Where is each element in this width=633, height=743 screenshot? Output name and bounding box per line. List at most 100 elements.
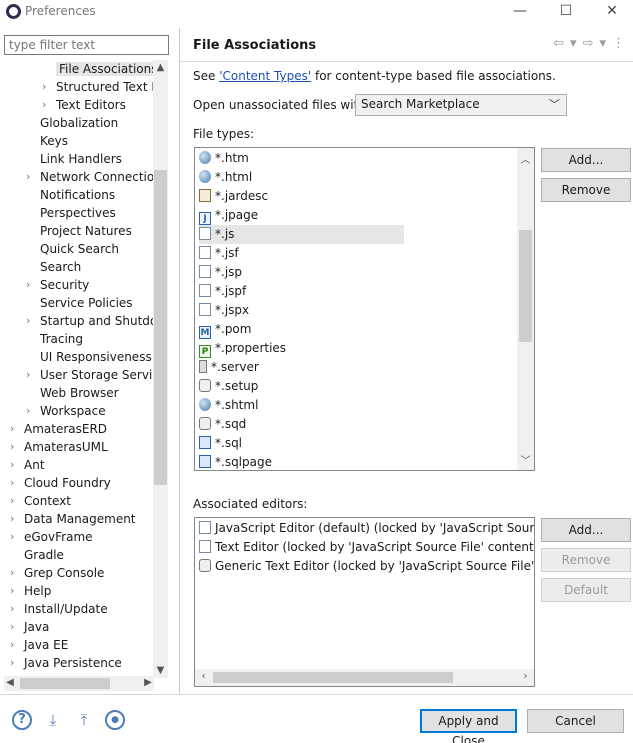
- maximize-button[interactable]: ☐: [543, 0, 589, 24]
- tree-item[interactable]: › Install/Update: [10, 600, 108, 618]
- tree-item[interactable]: File Associations: [56, 60, 153, 78]
- file-type-row[interactable]: *.server: [199, 358, 259, 377]
- chevron-right-icon[interactable]: ›: [26, 168, 36, 186]
- editor-add-button[interactable]: Add...: [541, 518, 631, 542]
- editors-horizontal-scrollbar[interactable]: ‹ ›: [195, 669, 534, 686]
- scroll-thumb[interactable]: [20, 678, 110, 689]
- chevron-right-icon[interactable]: ›: [10, 582, 20, 600]
- more-menu-icon[interactable]: ⋮: [612, 36, 625, 51]
- tree-vertical-scrollbar[interactable]: ▲ ▼: [153, 60, 168, 678]
- close-button[interactable]: ✕: [589, 0, 633, 24]
- file-type-row[interactable]: *.js: [199, 225, 404, 244]
- tree-item[interactable]: › Grep Console: [10, 564, 104, 582]
- minimize-button[interactable]: —: [497, 0, 543, 24]
- tree-item[interactable]: › AmaterasUML: [10, 438, 108, 456]
- file-type-row[interactable]: J *.jpage: [199, 206, 258, 225]
- file-type-row[interactable]: *.jsf: [199, 244, 239, 263]
- tree-horizontal-scrollbar[interactable]: ◀ ▶: [4, 676, 154, 691]
- tree-item[interactable]: › Startup and Shutdow: [26, 312, 153, 330]
- tree-item[interactable]: Notifications: [40, 186, 115, 204]
- file-types-scrollbar[interactable]: ︿ ﹀: [517, 148, 534, 470]
- apply-and-close-button[interactable]: Apply and Close: [420, 709, 517, 743]
- file-types-list[interactable]: ︿ ﹀ *.htm *.html *.jardesc J *.jpage *.js *.js…: [194, 147, 535, 471]
- file-type-row[interactable]: *.html: [199, 168, 252, 187]
- chevron-right-icon[interactable]: ›: [26, 312, 36, 330]
- editor-row[interactable]: JavaScript Editor (default) (locked by '…: [199, 519, 534, 538]
- scroll-thumb[interactable]: [519, 230, 532, 342]
- chevron-right-icon[interactable]: ›: [10, 528, 20, 546]
- file-type-row[interactable]: *.shtml: [199, 396, 258, 415]
- chevron-right-icon[interactable]: ›: [10, 636, 20, 654]
- content-types-link[interactable]: 'Content Types': [219, 69, 311, 83]
- chevron-right-icon[interactable]: ›: [42, 96, 52, 114]
- tree-item[interactable]: Search: [40, 258, 81, 276]
- chevron-right-icon[interactable]: ›: [42, 78, 52, 96]
- tree-item[interactable]: › Security: [26, 276, 89, 294]
- associated-editors-list[interactable]: ‹ › JavaScript Editor (default) (locked …: [194, 517, 535, 687]
- file-type-remove-button[interactable]: Remove: [541, 178, 631, 202]
- tree-item[interactable]: Perspectives: [40, 204, 116, 222]
- tree-item[interactable]: › Structured Text Ec: [42, 78, 153, 96]
- scroll-down-icon[interactable]: ﹀: [518, 452, 533, 467]
- file-type-row[interactable]: *.jsp: [199, 263, 242, 282]
- chevron-right-icon[interactable]: ›: [10, 438, 20, 456]
- chevron-right-icon[interactable]: ›: [10, 456, 20, 474]
- record-icon[interactable]: ●: [105, 710, 125, 730]
- chevron-right-icon[interactable]: ›: [10, 654, 20, 672]
- scroll-up-icon[interactable]: ▲: [153, 62, 168, 73]
- import-icon[interactable]: ⤓: [43, 710, 63, 730]
- chevron-right-icon[interactable]: ›: [26, 402, 36, 420]
- chevron-right-icon[interactable]: ›: [26, 366, 36, 384]
- tree-item[interactable]: › Ant: [10, 456, 45, 474]
- tree-item[interactable]: › Network Connection: [26, 168, 153, 186]
- tree-item[interactable]: › Java EE: [10, 636, 68, 654]
- scroll-down-icon[interactable]: ▼: [153, 665, 168, 676]
- tree-item[interactable]: › Text Editors: [42, 96, 126, 114]
- back-icon[interactable]: ⇦: [553, 36, 564, 51]
- tree-item[interactable]: Keys: [40, 132, 68, 150]
- scroll-right-icon[interactable]: ▶: [142, 677, 154, 688]
- back-menu-icon[interactable]: ▾: [570, 36, 577, 51]
- scroll-up-icon[interactable]: ︿: [518, 151, 533, 166]
- tree-item[interactable]: › eGovFrame: [10, 528, 93, 546]
- scroll-thumb[interactable]: [213, 672, 453, 683]
- tree-item[interactable]: Web Browser: [40, 384, 119, 402]
- scroll-right-icon[interactable]: ›: [518, 671, 533, 682]
- open-unassociated-select[interactable]: Search Marketplace ﹀: [355, 94, 567, 116]
- file-type-row[interactable]: *.jspx: [199, 301, 249, 320]
- tree-item[interactable]: › Help: [10, 582, 51, 600]
- scroll-left-icon[interactable]: ‹: [196, 671, 211, 682]
- editor-row[interactable]: Generic Text Editor (locked by 'JavaScri…: [199, 557, 534, 576]
- chevron-right-icon[interactable]: ›: [10, 420, 20, 438]
- tree-item[interactable]: › Java: [10, 618, 49, 636]
- editor-remove-button[interactable]: Remove: [541, 548, 631, 572]
- export-icon[interactable]: ⤒: [74, 710, 94, 730]
- scroll-thumb[interactable]: [154, 170, 167, 485]
- chevron-right-icon[interactable]: ›: [10, 474, 20, 492]
- tree-item[interactable]: › User Storage Service: [26, 366, 153, 384]
- tree-item[interactable]: › Context: [10, 492, 71, 510]
- editor-row[interactable]: Text Editor (locked by 'JavaScript Sourc…: [199, 538, 534, 557]
- file-type-row[interactable]: *.sqlpage: [199, 453, 272, 470]
- file-type-row[interactable]: *.sqd: [199, 415, 246, 434]
- file-type-row[interactable]: P *.properties: [199, 339, 286, 358]
- file-type-row[interactable]: *.setup: [199, 377, 258, 396]
- scroll-left-icon[interactable]: ◀: [4, 677, 16, 688]
- tree-item[interactable]: Service Policies: [40, 294, 133, 312]
- tree-item[interactable]: › Data Management: [10, 510, 136, 528]
- chevron-right-icon[interactable]: ›: [26, 276, 36, 294]
- tree-item[interactable]: › Java Persistence: [10, 654, 122, 672]
- tree-item[interactable]: Gradle: [24, 546, 64, 564]
- chevron-right-icon[interactable]: ›: [10, 618, 20, 636]
- tree-item[interactable]: Globalization: [40, 114, 118, 132]
- tree-item[interactable]: Link Handlers: [40, 150, 122, 168]
- file-type-row[interactable]: *.jspf: [199, 282, 246, 301]
- tree-item[interactable]: Tracing: [40, 330, 83, 348]
- forward-menu-icon[interactable]: ▾: [599, 36, 606, 51]
- tree-item[interactable]: › Workspace: [26, 402, 106, 420]
- tree-item[interactable]: › AmaterasERD: [10, 420, 107, 438]
- tree-item[interactable]: UI Responsiveness M: [40, 348, 153, 366]
- cancel-button[interactable]: Cancel: [527, 709, 624, 733]
- file-type-add-button[interactable]: Add...: [541, 148, 631, 172]
- file-type-row[interactable]: *.sql: [199, 434, 242, 453]
